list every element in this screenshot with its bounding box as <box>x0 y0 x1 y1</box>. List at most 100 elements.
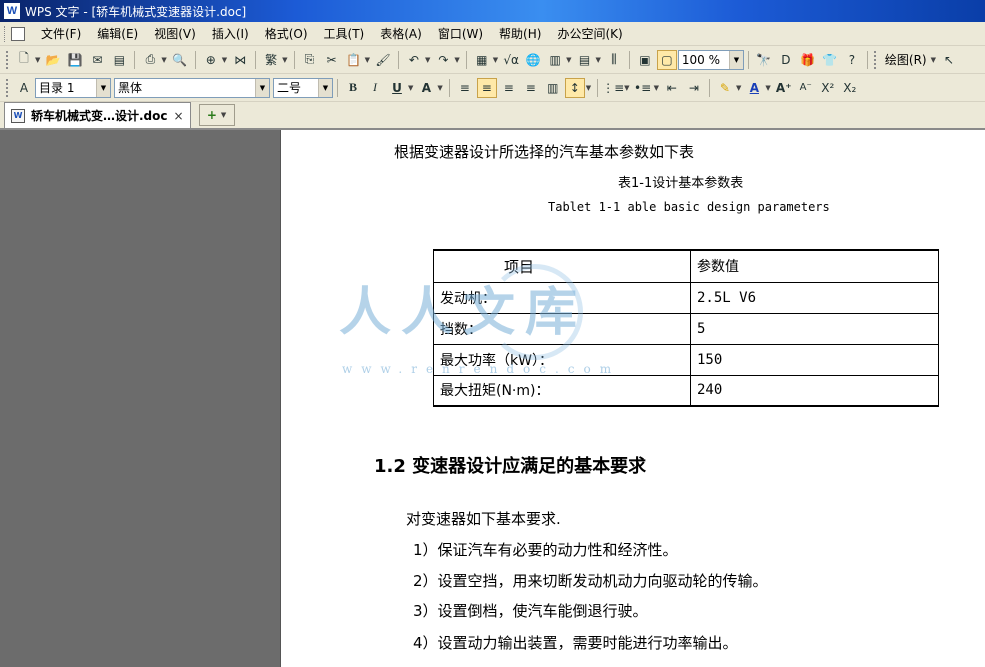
text-effect-icon[interactable]: A <box>416 78 436 98</box>
italic-icon[interactable]: I <box>365 78 385 98</box>
justify-icon[interactable]: ≡ <box>521 78 541 98</box>
chevron-down-icon[interactable]: ▼ <box>765 84 770 92</box>
styles-icon[interactable]: A <box>14 78 34 98</box>
find-icon[interactable]: 🔭 <box>754 50 774 70</box>
highlight-icon[interactable]: ✎ <box>715 78 735 98</box>
help-icon[interactable]: ? <box>842 50 862 70</box>
online-template-icon[interactable]: D <box>776 50 796 70</box>
chevron-down-icon[interactable]: ▼ <box>493 56 498 64</box>
page-break-icon[interactable]: ⋈ <box>230 50 250 70</box>
chevron-down-icon[interactable]: ▼ <box>35 56 40 64</box>
numbered-list-icon[interactable]: ⋮≡ <box>602 78 624 98</box>
chevron-down-icon[interactable]: ▼ <box>161 56 166 64</box>
chevron-down-icon[interactable]: ▼ <box>282 56 287 64</box>
menu-file[interactable]: 文件(F) <box>33 24 89 44</box>
save-icon[interactable]: 💾 <box>65 50 85 70</box>
gift-icon[interactable]: 🎁 <box>798 50 818 70</box>
chevron-down-icon[interactable]: ▼ <box>437 84 442 92</box>
align-right-icon[interactable]: ≡ <box>499 78 519 98</box>
document-tab[interactable]: W 轿车机械式变…设计.doc × <box>4 102 191 128</box>
font-size-select[interactable]: 二号 ▼ <box>273 77 333 98</box>
chevron-down-icon[interactable]: ▼ <box>255 78 269 97</box>
select-arrow-icon[interactable]: ↖ <box>939 50 959 70</box>
menu-edit[interactable]: 编辑(E) <box>89 24 146 44</box>
show-marks-icon[interactable]: ▢ <box>656 49 677 70</box>
print-icon[interactable]: ⎙ <box>140 50 160 70</box>
copy-icon[interactable]: ⎘ <box>300 50 320 70</box>
chevron-down-icon[interactable]: ▼ <box>736 84 741 92</box>
chevron-down-icon[interactable]: ▼ <box>96 78 110 97</box>
format-painter-icon[interactable]: 🖌 <box>373 50 393 70</box>
undo-icon[interactable]: ↶ <box>404 50 424 70</box>
line-spacing-icon[interactable]: ↕ <box>564 77 585 98</box>
insert-grid-icon[interactable]: ▥ <box>545 50 565 70</box>
chevron-down-icon[interactable]: ▼ <box>222 56 227 64</box>
insert-page-icon[interactable]: ⊕ <box>201 50 221 70</box>
export-pdf-icon[interactable]: ▤ <box>109 50 129 70</box>
new-document-icon[interactable]: 🗋 <box>14 50 34 70</box>
print-preview-icon[interactable]: 🔍 <box>170 50 190 70</box>
new-tab-button[interactable]: + ▼ <box>198 104 235 126</box>
decrease-indent-icon[interactable]: ⇤ <box>662 78 682 98</box>
traditional-chinese-icon[interactable]: 繁 <box>261 50 281 70</box>
chevron-down-icon[interactable]: ▼ <box>408 84 413 92</box>
chevron-down-icon[interactable]: ▼ <box>654 84 659 92</box>
document-map-icon[interactable]: ▣ <box>635 50 655 70</box>
chevron-down-icon[interactable]: ▼ <box>566 56 571 64</box>
insert-table-icon[interactable]: ▦ <box>472 50 492 70</box>
menu-format[interactable]: 格式(O) <box>257 24 316 44</box>
draw-menu-button[interactable]: 绘图(R) <box>881 51 931 68</box>
send-mail-icon[interactable]: ✉ <box>87 50 107 70</box>
menu-help[interactable]: 帮助(H) <box>491 24 549 44</box>
menu-tools[interactable]: 工具(T) <box>316 24 373 44</box>
chevron-down-icon[interactable]: ▼ <box>624 84 629 92</box>
chevron-down-icon[interactable]: ▼ <box>728 50 743 69</box>
menu-view[interactable]: 视图(V) <box>146 24 204 44</box>
underline-icon[interactable]: U <box>387 78 407 98</box>
formula-icon[interactable]: √α <box>501 50 521 70</box>
distribute-icon[interactable]: ▥ <box>543 78 563 98</box>
bold-icon[interactable]: B <box>343 78 363 98</box>
style-select[interactable]: 目录 1 ▼ <box>35 77 111 98</box>
chevron-down-icon[interactable]: ▼ <box>454 56 459 64</box>
chevron-down-icon[interactable]: ▼ <box>586 84 591 92</box>
hyperlink-icon[interactable]: 🌐 <box>523 50 543 70</box>
toolbar-grip[interactable] <box>6 78 9 97</box>
close-icon[interactable]: × <box>174 109 184 123</box>
chevron-down-icon[interactable]: ▼ <box>221 111 226 119</box>
document-canvas[interactable]: 根据变速器设计所选择的汽车基本参数如下表 表1-1设计基本参数表 Tablet … <box>0 130 985 667</box>
toolbar-grip[interactable] <box>6 50 9 69</box>
superscript-icon[interactable]: X² <box>818 78 838 98</box>
align-left-icon[interactable]: ≡ <box>455 78 475 98</box>
document-page[interactable]: 根据变速器设计所选择的汽车基本参数如下表 表1-1设计基本参数表 Tablet … <box>280 130 985 667</box>
skin-icon[interactable]: 👕 <box>820 50 840 70</box>
table-cell: 5 <box>690 313 939 345</box>
shrink-font-icon[interactable]: A⁻ <box>796 78 816 98</box>
subscript-icon[interactable]: X₂ <box>840 78 860 98</box>
paste-icon[interactable]: 📋 <box>344 50 364 70</box>
document-menu-icon[interactable] <box>11 26 25 41</box>
menu-office-space[interactable]: 办公空间(K) <box>549 24 630 44</box>
menu-table[interactable]: 表格(A) <box>372 24 430 44</box>
grow-font-icon[interactable]: A⁺ <box>774 78 794 98</box>
menu-window[interactable]: 窗口(W) <box>430 24 491 44</box>
redo-icon[interactable]: ↷ <box>433 50 453 70</box>
cut-icon[interactable]: ✂ <box>322 50 342 70</box>
chevron-down-icon[interactable]: ▼ <box>318 78 332 97</box>
menu-grip[interactable] <box>4 25 7 42</box>
bulleted-list-icon[interactable]: •≡ <box>633 78 653 98</box>
font-color-icon[interactable]: A <box>744 78 764 98</box>
menu-insert[interactable]: 插入(I) <box>204 24 257 44</box>
chevron-down-icon[interactable]: ▼ <box>931 56 936 64</box>
zoom-select[interactable]: 100 % ▼ <box>677 49 744 70</box>
toolbar-grip[interactable] <box>873 50 877 69</box>
align-center-icon[interactable]: ≡ <box>476 77 497 98</box>
columns-icon[interactable]: ▤ <box>575 50 595 70</box>
column-layout-icon[interactable]: ⫼ <box>604 50 624 70</box>
open-folder-icon[interactable]: 📂 <box>43 50 63 70</box>
chevron-down-icon[interactable]: ▼ <box>365 56 370 64</box>
increase-indent-icon[interactable]: ⇥ <box>684 78 704 98</box>
font-select[interactable]: 黑体 ▼ <box>114 77 270 98</box>
chevron-down-icon[interactable]: ▼ <box>425 56 430 64</box>
chevron-down-icon[interactable]: ▼ <box>596 56 601 64</box>
